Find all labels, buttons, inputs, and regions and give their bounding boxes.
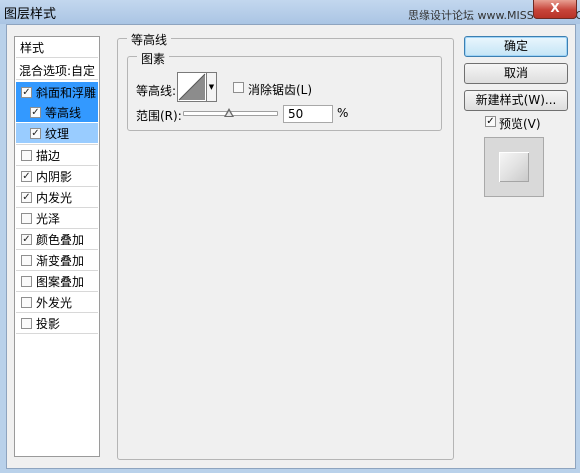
style-item-texture[interactable]: ✓ 纹理 xyxy=(16,123,98,143)
preview-label[interactable]: 预览(V) xyxy=(499,115,541,132)
divider xyxy=(16,57,98,58)
style-item-inner-glow[interactable]: ✓ 内发光 xyxy=(16,187,98,207)
contour-checkbox[interactable]: ✓ xyxy=(30,106,41,118)
style-item-label: 斜面和浮雕 xyxy=(36,85,97,100)
style-item-stroke[interactable]: 描边 xyxy=(16,145,98,165)
elements-group-title: 图素 xyxy=(137,50,170,67)
style-item-inner-shadow[interactable]: ✓ 内阴影 xyxy=(16,166,98,186)
style-item-label: 内发光 xyxy=(36,190,73,205)
style-item-label: 描边 xyxy=(36,148,61,163)
texture-checkbox[interactable]: ✓ xyxy=(30,127,41,139)
range-input[interactable] xyxy=(283,105,333,123)
style-item-label: 纹理 xyxy=(45,126,70,141)
contour-curve-icon xyxy=(178,73,206,101)
preview-checkbox[interactable]: ✓ xyxy=(485,116,496,127)
pattern-overlay-checkbox[interactable] xyxy=(21,275,32,287)
style-item-drop-shadow[interactable]: 投影 xyxy=(16,313,98,333)
style-item-pattern-overlay[interactable]: 图案叠加 xyxy=(16,271,98,291)
preview-swatch xyxy=(499,152,529,182)
color-overlay-checkbox[interactable]: ✓ xyxy=(21,233,32,245)
title-bar[interactable]: 图层样式 思缘设计论坛 www.MISSYUAN.COM X xyxy=(0,0,580,24)
styles-list-header[interactable]: 样式 xyxy=(20,39,44,56)
gradient-overlay-checkbox[interactable] xyxy=(21,254,32,266)
styles-list: 样式 混合选项:自定 ✓ 斜面和浮雕 ✓ 等高线 ✓ 纹理 描边 ✓ 内阴影 ✓… xyxy=(14,36,100,457)
ok-button[interactable]: 确定 xyxy=(464,36,568,57)
style-item-satin[interactable]: 光泽 xyxy=(16,208,98,228)
style-item-label: 投影 xyxy=(36,316,61,331)
style-item-gradient-overlay[interactable]: 渐变叠加 xyxy=(16,250,98,270)
divider xyxy=(16,333,98,334)
contour-label: 等高线: xyxy=(136,84,177,98)
contour-dropdown-arrow-icon[interactable]: ▼ xyxy=(207,72,217,102)
style-item-label: 外发光 xyxy=(36,295,73,310)
style-item-contour[interactable]: ✓ 等高线 xyxy=(16,102,98,122)
new-style-button[interactable]: 新建样式(W)... xyxy=(464,90,568,111)
style-item-bevel-emboss[interactable]: ✓ 斜面和浮雕 xyxy=(16,82,98,102)
style-item-label: 渐变叠加 xyxy=(36,253,85,268)
divider xyxy=(16,79,98,80)
inner-shadow-checkbox[interactable]: ✓ xyxy=(21,170,32,182)
blend-options-item[interactable]: 混合选项:自定 xyxy=(19,62,95,79)
drop-shadow-checkbox[interactable] xyxy=(21,317,32,329)
cancel-button[interactable]: 取消 xyxy=(464,63,568,84)
bevel-emboss-checkbox[interactable]: ✓ xyxy=(21,86,32,98)
range-slider-thumb-face xyxy=(226,111,232,116)
outer-glow-checkbox[interactable] xyxy=(21,296,32,308)
antialias-label[interactable]: 消除锯齿(L) xyxy=(248,81,312,98)
antialias-checkbox[interactable] xyxy=(233,82,244,93)
range-label: 范围(R): xyxy=(136,109,182,123)
contour-panel-title: 等高线 xyxy=(127,31,172,48)
style-item-color-overlay[interactable]: ✓ 颜色叠加 xyxy=(16,229,98,249)
close-button[interactable]: X xyxy=(533,0,577,19)
style-item-label: 等高线 xyxy=(45,105,82,120)
style-item-label: 内阴影 xyxy=(36,169,73,184)
inner-glow-checkbox[interactable]: ✓ xyxy=(21,191,32,203)
stroke-checkbox[interactable] xyxy=(21,149,32,161)
contour-picker[interactable] xyxy=(177,72,207,102)
window-title: 图层样式 xyxy=(4,7,57,22)
satin-checkbox[interactable] xyxy=(21,212,32,224)
style-item-outer-glow[interactable]: 外发光 xyxy=(16,292,98,312)
style-item-label: 图案叠加 xyxy=(36,274,85,289)
style-item-label: 颜色叠加 xyxy=(36,232,85,247)
style-preview xyxy=(484,137,544,197)
range-unit: % xyxy=(337,106,349,120)
dialog-body: 样式 混合选项:自定 ✓ 斜面和浮雕 ✓ 等高线 ✓ 纹理 描边 ✓ 内阴影 ✓… xyxy=(6,24,576,469)
style-item-label: 光泽 xyxy=(36,211,61,226)
